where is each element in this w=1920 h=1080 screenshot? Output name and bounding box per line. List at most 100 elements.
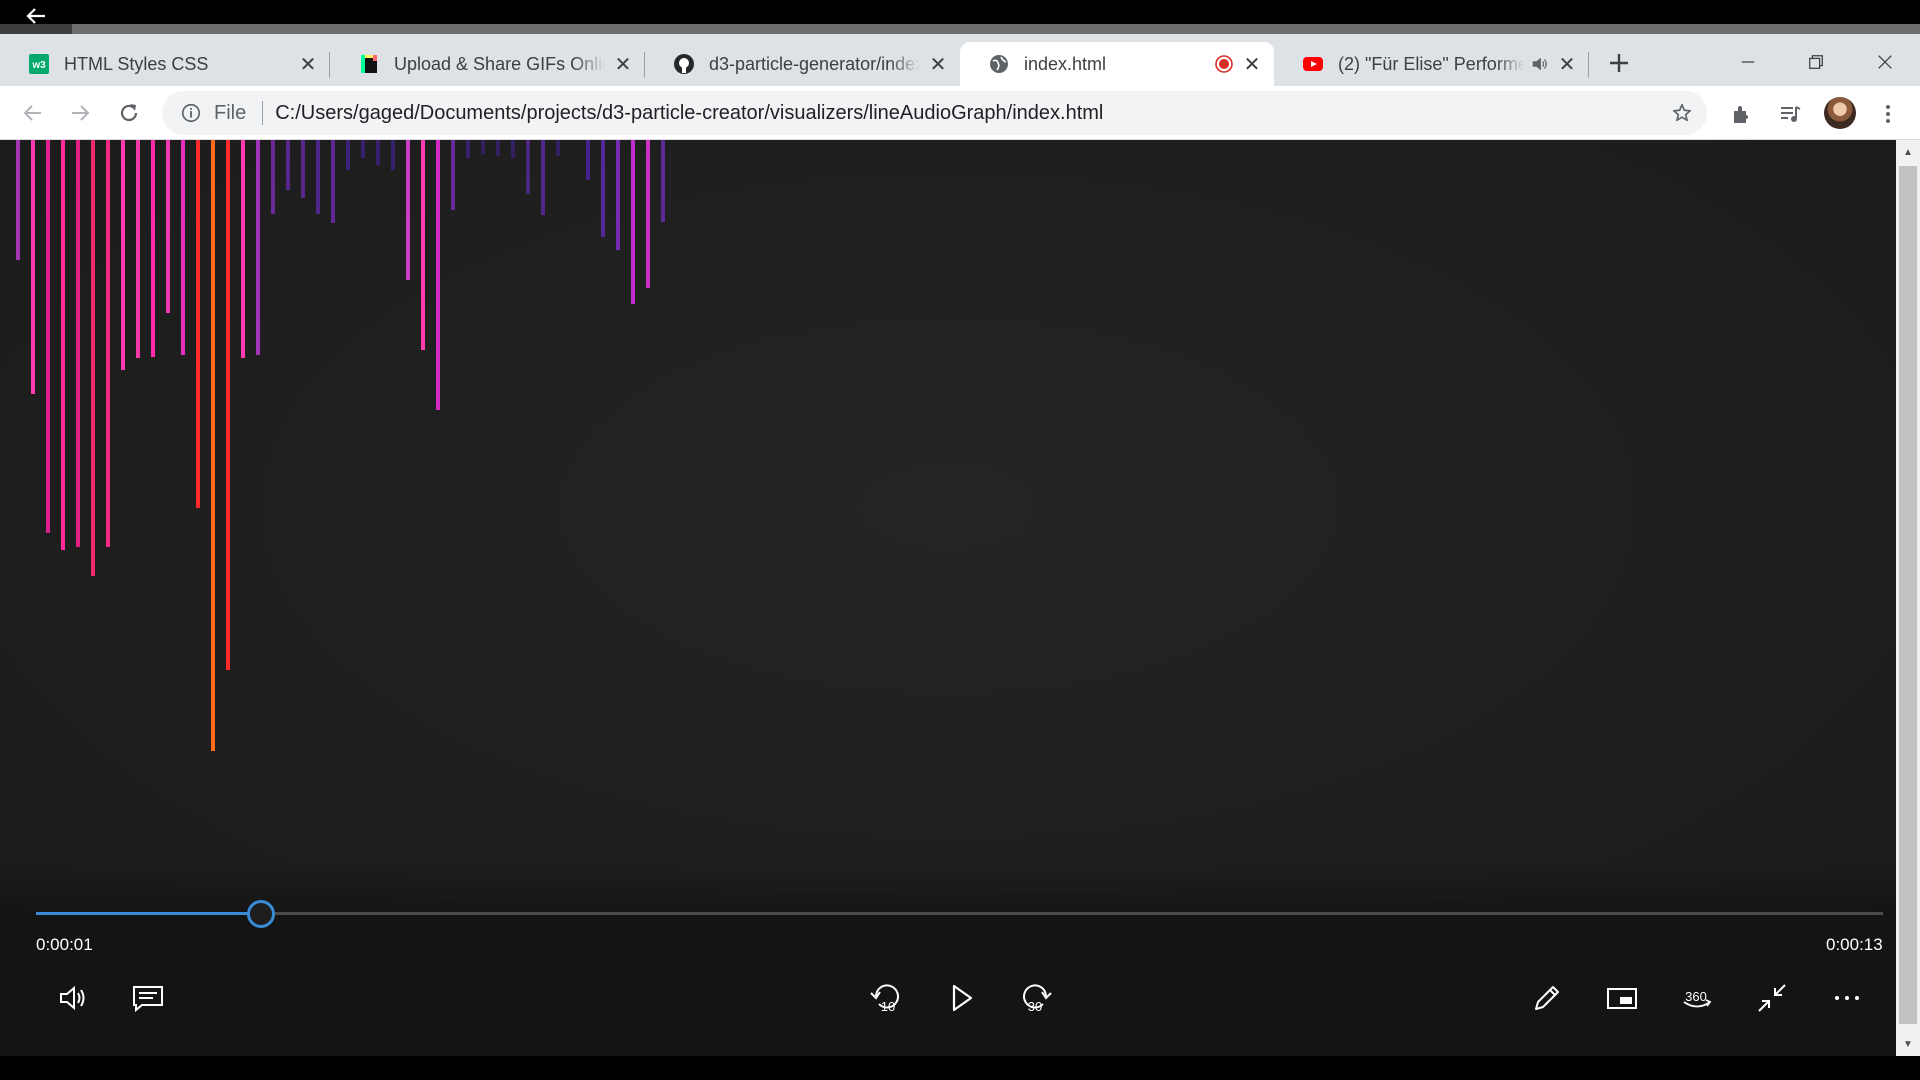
gif-upload-icon bbox=[358, 53, 380, 75]
info-icon[interactable] bbox=[178, 100, 204, 126]
edit-button[interactable] bbox=[1527, 978, 1567, 1018]
play-button[interactable] bbox=[941, 978, 981, 1018]
visualizer-line bbox=[511, 140, 515, 158]
scroll-down-icon[interactable]: ▼ bbox=[1902, 1038, 1914, 1050]
more-button[interactable] bbox=[1827, 978, 1867, 1018]
tab-upload-gifs[interactable]: Upload & Share GIFs Online ✕ bbox=[330, 42, 645, 86]
tab-github[interactable]: d3-particle-generator/index ✕ bbox=[645, 42, 960, 86]
more-icon bbox=[1835, 996, 1859, 1000]
svg-text:w3: w3 bbox=[31, 60, 46, 71]
close-icon[interactable]: ✕ bbox=[1557, 54, 1577, 76]
visualizer-line bbox=[436, 140, 440, 410]
extensions-icon[interactable] bbox=[1728, 100, 1756, 128]
visualizer-line bbox=[346, 140, 350, 170]
close-icon[interactable]: ✕ bbox=[298, 54, 318, 76]
visualizer-line bbox=[106, 140, 110, 547]
captions-icon bbox=[133, 986, 163, 1013]
minimize-icon[interactable] bbox=[1725, 44, 1771, 80]
scheme-label: File bbox=[214, 101, 247, 124]
visualizer-line bbox=[211, 140, 215, 751]
visualizer-line bbox=[661, 140, 665, 222]
three-sixty-icon: 360 bbox=[1683, 989, 1712, 1008]
player-top-strip bbox=[0, 24, 1920, 34]
address-bar[interactable]: File C:/Users/gaged/Documents/projects/d… bbox=[162, 91, 1707, 135]
visualizer-line bbox=[616, 140, 620, 250]
new-tab-button[interactable] bbox=[1604, 48, 1634, 78]
menu-kebab-icon[interactable] bbox=[1874, 100, 1902, 128]
recording-icon bbox=[1214, 54, 1234, 74]
visualizer-line bbox=[76, 140, 80, 547]
visualizer-line bbox=[151, 140, 155, 357]
close-icon[interactable]: ✕ bbox=[1242, 54, 1262, 76]
visualizer-line bbox=[31, 140, 35, 394]
youtube-icon bbox=[1302, 53, 1324, 75]
visualizer-line bbox=[301, 140, 305, 198]
skip-back-icon: 10 bbox=[870, 984, 899, 1014]
mini-view-button[interactable] bbox=[1602, 978, 1642, 1018]
visualizer-line bbox=[61, 140, 65, 550]
restore-icon[interactable] bbox=[1793, 44, 1839, 80]
tab-title: index.html bbox=[1024, 53, 1107, 74]
muted-speaker-icon[interactable] bbox=[1530, 54, 1549, 74]
back-icon[interactable] bbox=[18, 98, 48, 128]
seek-bar-progress bbox=[36, 912, 262, 915]
skip-forward-icon: 30 bbox=[1023, 984, 1052, 1014]
bookmark-star-icon[interactable] bbox=[1669, 100, 1695, 126]
forward-icon[interactable] bbox=[65, 98, 95, 128]
profile-avatar[interactable] bbox=[1824, 97, 1856, 129]
skip-forward-label: 30 bbox=[1028, 999, 1042, 1014]
tab-strip: w3 HTML Styles CSS ✕ Upload & Share GIFs… bbox=[0, 34, 1920, 86]
volume-button[interactable] bbox=[54, 978, 94, 1018]
visualizer-line bbox=[586, 140, 590, 180]
visualizer-line bbox=[226, 140, 230, 670]
three-sixty-button[interactable]: 360 bbox=[1677, 978, 1717, 1018]
visualizer-line bbox=[331, 140, 335, 223]
current-time: 0:00:01 bbox=[36, 935, 93, 954]
tab-separator bbox=[1588, 52, 1589, 78]
scrollbar-thumb[interactable] bbox=[1899, 166, 1917, 1024]
visualizer-line bbox=[481, 140, 485, 154]
close-icon[interactable]: ✕ bbox=[928, 54, 948, 76]
seek-bar[interactable] bbox=[36, 900, 1883, 928]
visualizer-line bbox=[166, 140, 170, 313]
play-icon bbox=[952, 984, 973, 1012]
reload-icon[interactable] bbox=[114, 98, 144, 128]
visualizer-line bbox=[451, 140, 455, 210]
tab-index-html[interactable]: index.html ✕ bbox=[960, 42, 1274, 86]
visualizer-line bbox=[556, 140, 560, 156]
visualizer-line bbox=[136, 140, 140, 358]
visualizer-line bbox=[286, 140, 290, 190]
close-icon[interactable]: ✕ bbox=[613, 54, 633, 76]
media-control-icon[interactable] bbox=[1776, 100, 1804, 128]
player-controls bbox=[0, 860, 1896, 1056]
visualizer-line bbox=[646, 140, 650, 288]
back-arrow-icon[interactable] bbox=[24, 6, 48, 26]
player-title-bar bbox=[0, 0, 1920, 24]
tab-html-styles[interactable]: w3 HTML Styles CSS ✕ bbox=[0, 42, 330, 86]
skip-forward-button[interactable]: 30 bbox=[1016, 978, 1056, 1018]
scroll-up-icon[interactable]: ▲ bbox=[1902, 146, 1914, 158]
visualizer-line bbox=[316, 140, 320, 214]
window-close-icon[interactable] bbox=[1862, 44, 1908, 80]
tab-title: d3-particle-generator/index bbox=[709, 53, 920, 74]
exit-fullscreen-icon bbox=[1758, 984, 1786, 1012]
three-sixty-label: 360 bbox=[1685, 989, 1707, 1004]
visualizer-line bbox=[631, 140, 635, 304]
skip-back-label: 10 bbox=[881, 999, 895, 1014]
visualizer-line bbox=[121, 140, 125, 370]
vertical-scrollbar[interactable]: ▲ ▼ bbox=[1896, 140, 1920, 1056]
skip-back-button[interactable]: 10 bbox=[866, 978, 906, 1018]
browser-toolbar: File C:/Users/gaged/Documents/projects/d… bbox=[0, 86, 1920, 140]
visualizer-line bbox=[241, 140, 245, 358]
volume-icon bbox=[60, 985, 85, 1011]
tab-youtube[interactable]: (2) "Für Elise" Performed ✕ bbox=[1274, 42, 1589, 86]
exit-fullscreen-button[interactable] bbox=[1752, 978, 1792, 1018]
browser-window: w3 HTML Styles CSS ✕ Upload & Share GIFs… bbox=[0, 34, 1920, 140]
visualizer-line bbox=[181, 140, 185, 355]
visualizer-line bbox=[541, 140, 545, 215]
visualizer-line bbox=[271, 140, 275, 214]
captions-button[interactable] bbox=[128, 978, 168, 1018]
visualizer-line bbox=[256, 140, 260, 355]
visualizer-line bbox=[406, 140, 410, 280]
url-text[interactable]: C:/Users/gaged/Documents/projects/d3-par… bbox=[275, 102, 1103, 125]
